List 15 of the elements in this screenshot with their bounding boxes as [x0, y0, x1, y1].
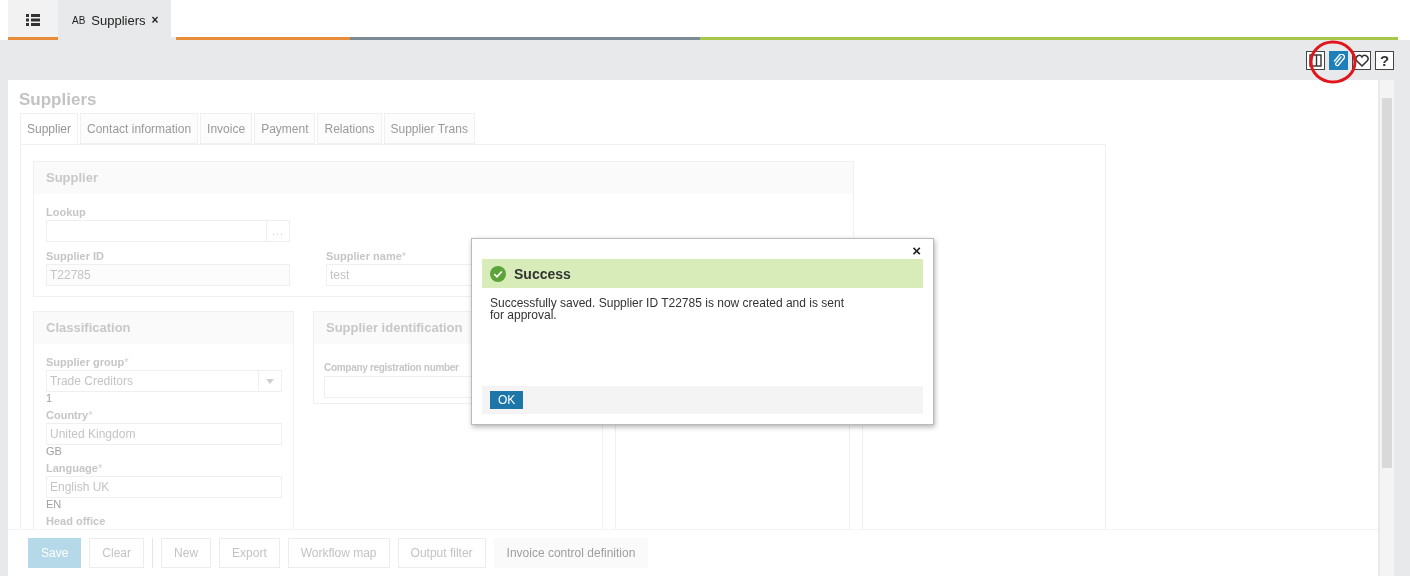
field-label: Head office [46, 515, 107, 529]
field-label: Supplier name* [326, 250, 408, 264]
page-title: Suppliers [19, 90, 98, 110]
tab-label: Suppliers [91, 12, 146, 28]
field-label: Company registration number [324, 362, 460, 375]
field-label: Supplier group* [46, 356, 130, 370]
field-label: Supplier ID [46, 250, 106, 264]
dialog-title: Success [514, 265, 571, 282]
field-hint: GB [46, 445, 63, 458]
tab-prefix: AB [72, 14, 86, 26]
field-label: Country* [46, 409, 94, 423]
field-label: Lookup [46, 206, 87, 220]
field-hint: EN [46, 498, 63, 511]
field-label: Language* [46, 462, 104, 476]
field-hint: 1 [46, 392, 54, 405]
